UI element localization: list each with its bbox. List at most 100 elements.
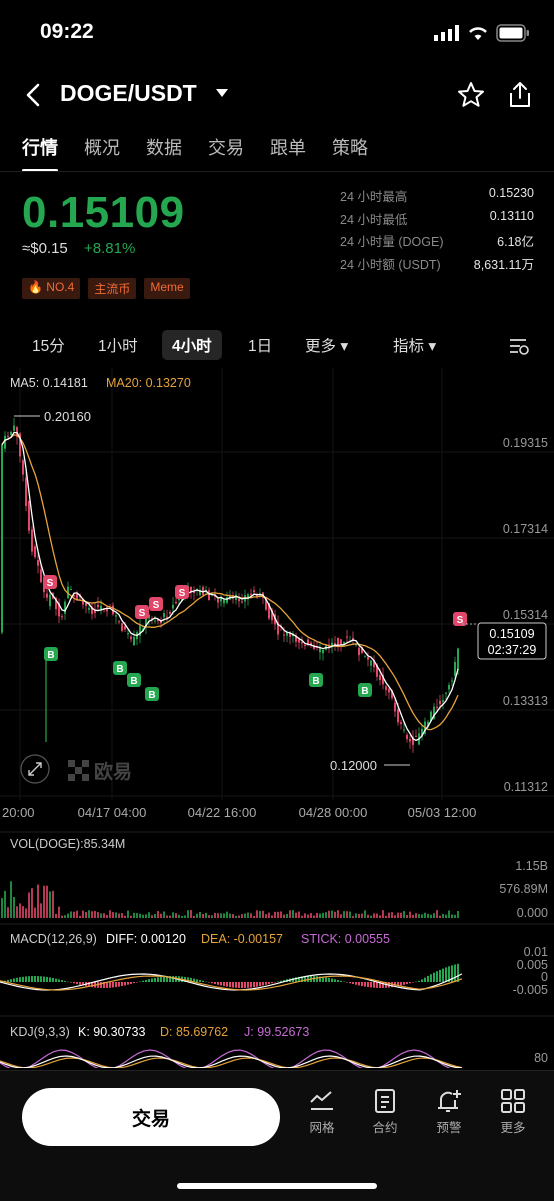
more-button[interactable]: 更多: [488, 1088, 538, 1136]
tab-data[interactable]: 数据: [146, 134, 182, 160]
interval-4h[interactable]: 4小时: [162, 330, 222, 360]
interval-more[interactable]: 更多 ▾: [305, 334, 348, 356]
candle-body: [223, 599, 225, 604]
interval-15m[interactable]: 15分: [32, 334, 65, 356]
indicator-button[interactable]: 指标 ▾: [393, 334, 436, 356]
candle-body: [25, 477, 27, 507]
macd-bar: [79, 982, 81, 985]
volume-bar: [94, 911, 96, 918]
share-icon[interactable]: [506, 80, 534, 110]
macd-bar: [127, 982, 129, 985]
rank-tag[interactable]: 🔥 NO.4: [22, 278, 81, 299]
macd-bar: [358, 982, 360, 986]
macd-bar: [160, 976, 162, 982]
candle-body: [367, 657, 369, 660]
volume-bar: [223, 913, 225, 918]
volume-bar: [436, 910, 438, 918]
volume-bar: [259, 910, 261, 918]
home-indicator: [177, 1183, 377, 1189]
volume-bar: [355, 913, 357, 918]
volume-bar: [91, 911, 93, 918]
chart-settings-icon[interactable]: [508, 336, 530, 356]
volume-bar: [199, 911, 201, 918]
tab-copy-trading[interactable]: 跟单: [270, 134, 306, 160]
pair-title[interactable]: DOGE/USDT: [60, 80, 197, 107]
volume-bar: [73, 911, 75, 918]
meme-tag[interactable]: Meme: [144, 278, 190, 299]
macd-bar: [40, 976, 42, 982]
candle-body: [49, 594, 51, 607]
volume-bar: [334, 911, 336, 918]
interval-1h[interactable]: 1小时: [98, 334, 138, 356]
kdj-j-line: [0, 1049, 451, 1068]
macd-bar: [115, 982, 117, 988]
macd-diff: DIFF: 0.00120: [106, 932, 186, 946]
macd-bar: [25, 976, 27, 982]
macd-bar: [355, 982, 357, 985]
alert-button[interactable]: 预警: [424, 1088, 474, 1136]
pair-dropdown-icon[interactable]: [214, 87, 230, 99]
volume-bar: [79, 915, 81, 918]
volume-tick-1: 1.15B: [515, 859, 548, 873]
okx-logo-icon: [68, 760, 89, 781]
tab-market[interactable]: 行情: [22, 134, 58, 172]
macd-bar: [211, 982, 213, 984]
tab-trade[interactable]: 交易: [208, 134, 244, 160]
macd-diff-line: [0, 973, 463, 991]
macd-bar: [271, 982, 273, 984]
back-icon[interactable]: [24, 82, 42, 108]
candle-body: [175, 601, 177, 604]
expand-icon[interactable]: [20, 754, 50, 784]
tab-overview[interactable]: 概况: [84, 134, 120, 160]
trade-button[interactable]: 交易: [22, 1088, 280, 1146]
volume-bar: [136, 913, 138, 918]
interval-1d[interactable]: 1日: [248, 334, 272, 356]
candle-body: [115, 615, 117, 617]
grid-button[interactable]: 网格: [297, 1088, 347, 1136]
macd-bar: [235, 982, 237, 988]
tab-strategy[interactable]: 策略: [332, 134, 368, 160]
volume-bar: [37, 884, 39, 918]
macd-bar: [112, 982, 114, 988]
volume-bar: [265, 914, 267, 918]
volume-bar: [343, 911, 345, 918]
volume-bar: [274, 911, 276, 918]
candle-body: [127, 633, 129, 635]
kdj-tick: 80: [534, 1051, 548, 1065]
ma5-legend: MA5: 0.14181: [10, 376, 88, 390]
futures-button[interactable]: 合约: [360, 1088, 410, 1136]
mainstream-tag[interactable]: 主流币: [88, 278, 137, 299]
sell-marker-label: S: [139, 608, 146, 619]
macd-bar: [145, 979, 147, 982]
macd-bar: [403, 982, 405, 985]
volume-bar: [256, 910, 258, 918]
macd-bar: [331, 978, 333, 982]
volume-bar: [220, 913, 222, 918]
volume-bar: [352, 915, 354, 918]
sell-marker-label: S: [47, 578, 54, 589]
volume-bar: [22, 906, 24, 918]
volume-bar: [166, 915, 168, 918]
macd-bar: [445, 967, 447, 982]
macd-bar: [16, 977, 18, 982]
candle-body: [400, 722, 402, 724]
star-icon[interactable]: [456, 80, 486, 110]
macd-bar: [265, 982, 267, 985]
macd-bar: [52, 977, 54, 982]
volume-bar: [175, 913, 177, 918]
volume-bar: [169, 915, 171, 918]
volume-bar: [172, 912, 174, 918]
candle-body: [448, 685, 450, 690]
macd-bar: [340, 980, 342, 982]
volume-bar: [340, 914, 342, 918]
macd-bar: [337, 979, 339, 982]
price-chart[interactable]: SSSSSBBBBBB MA5: 0.14181 MA20: 0.13270 0…: [0, 368, 554, 1068]
countdown-label: 02:37:29: [488, 643, 537, 657]
macd-tick-4: -0.005: [513, 983, 548, 997]
macd-bar: [361, 982, 363, 987]
volume-bar: [361, 913, 363, 918]
volume-bar: [292, 910, 294, 918]
volume-bar: [280, 911, 282, 918]
ma20-line: [1, 434, 459, 731]
macd-bar: [268, 982, 270, 984]
